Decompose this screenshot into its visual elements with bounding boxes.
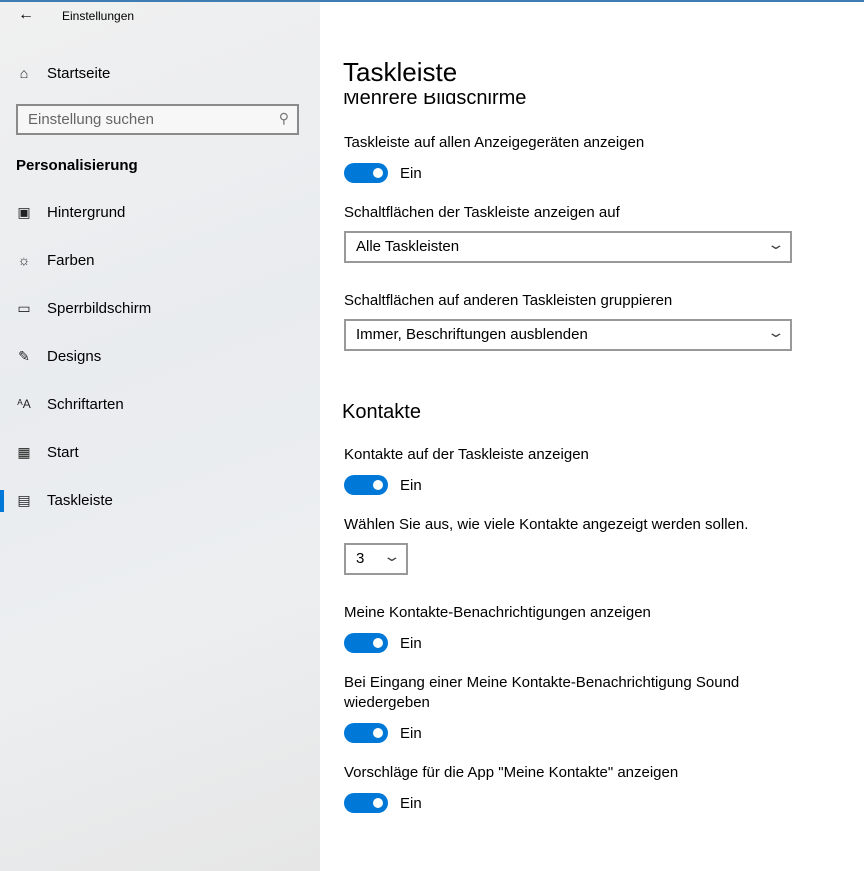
sidebar-item-sperrbildschirm[interactable]: ▭ Sperrbildschirm [0,288,320,328]
section-heading-contacts: Kontakte [342,401,421,423]
nav-label: Start [47,443,79,461]
nav-label: Hintergrund [47,203,126,221]
section-heading: Personalisierung [16,157,138,174]
toggle-contact-notifications[interactable] [344,633,388,653]
dropdown-contacts-count[interactable]: 3 ⌄ [344,543,408,575]
setting-label: Meine Kontakte-Benachrichtigungen anzeig… [344,604,651,621]
setting-label: Kontakte auf der Taskleiste anzeigen [344,446,589,463]
nav-label: Taskleiste [47,491,113,509]
toggle-show-all-displays[interactable] [344,163,388,183]
back-arrow-icon[interactable]: ← [16,6,36,24]
sidebar: ← Einstellungen ⌂ Startseite Einstellung… [0,0,320,871]
toggle-show-contacts[interactable] [344,475,388,495]
nav-label: Farben [47,251,95,269]
setting-label: Schaltflächen der Taskleiste anzeigen au… [344,204,620,221]
window-top-border [0,0,864,2]
window-title: Einstellungen [62,9,135,23]
sidebar-item-designs[interactable]: ✎ Designs [0,336,320,376]
main-content: Taskleiste Mehrere Bildschirme Taskleist… [320,2,864,871]
lock-screen-icon: ▭ [17,299,31,316]
themes-icon: ✎ [18,347,30,364]
sidebar-item-farben[interactable]: ☼ Farben [0,240,320,280]
setting-label: Vorschläge für die App "Meine Kontakte" … [344,764,679,781]
setting-label: Schaltflächen auf anderen Taskleisten gr… [344,292,673,309]
sidebar-item-taskleiste[interactable]: ▤ Taskleiste [0,480,320,520]
search-placeholder: Einstellung suchen [28,111,154,128]
dropdown-value: Immer, Beschriftungen ausblenden [356,326,588,343]
chevron-down-icon: ⌄ [382,548,402,564]
sidebar-item-schriftarten[interactable]: ᴬA Schriftarten [0,384,320,424]
search-input[interactable]: Einstellung suchen ⚲ [16,104,299,135]
home-icon: ⌂ [19,65,29,81]
setting-label: Bei Eingang einer Meine Kontakte-Benachr… [344,674,740,711]
dropdown-show-buttons-on[interactable]: Alle Taskleisten ⌄ [344,231,792,263]
toggle-state: Ein [400,725,422,742]
toggle-notification-sound[interactable] [344,723,388,743]
dropdown-group-buttons[interactable]: Immer, Beschriftungen ausblenden ⌄ [344,319,792,351]
nav-label: Sperrbildschirm [47,299,152,317]
palette-icon: ☼ [17,252,31,268]
sidebar-item-home[interactable]: ⌂ Startseite [0,53,320,93]
setting-label: Wählen Sie aus, wie viele Kontakte angez… [344,516,749,533]
toggle-state: Ein [400,165,422,182]
section-heading-multi-monitor: Mehrere Bildschirme [343,93,743,115]
fonts-icon: ᴬA [17,397,31,411]
taskbar-icon: ▤ [17,491,31,508]
image-icon: ▣ [17,203,31,220]
sidebar-item-start[interactable]: ▦ Start [0,432,320,472]
nav-label: Schriftarten [47,395,124,413]
search-icon[interactable]: ⚲ [279,110,289,127]
sidebar-item-hintergrund[interactable]: ▣ Hintergrund [0,192,320,232]
toggle-state: Ein [400,635,422,652]
home-label: Startseite [47,64,111,82]
toggle-state: Ein [400,795,422,812]
dropdown-value: Alle Taskleisten [356,238,460,255]
chevron-down-icon: ⌄ [766,236,786,252]
section-heading-text: Mehrere Bildschirme [343,93,527,109]
page-title: Taskleiste [343,57,458,87]
dropdown-value: 3 [356,550,365,567]
nav-label: Designs [47,347,102,365]
toggle-state: Ein [400,477,422,494]
toggle-app-suggestions[interactable] [344,793,388,813]
start-icon: ▦ [17,443,31,460]
chevron-down-icon: ⌄ [766,324,786,340]
setting-label: Taskleiste auf allen Anzeigegeräten anze… [344,134,645,151]
